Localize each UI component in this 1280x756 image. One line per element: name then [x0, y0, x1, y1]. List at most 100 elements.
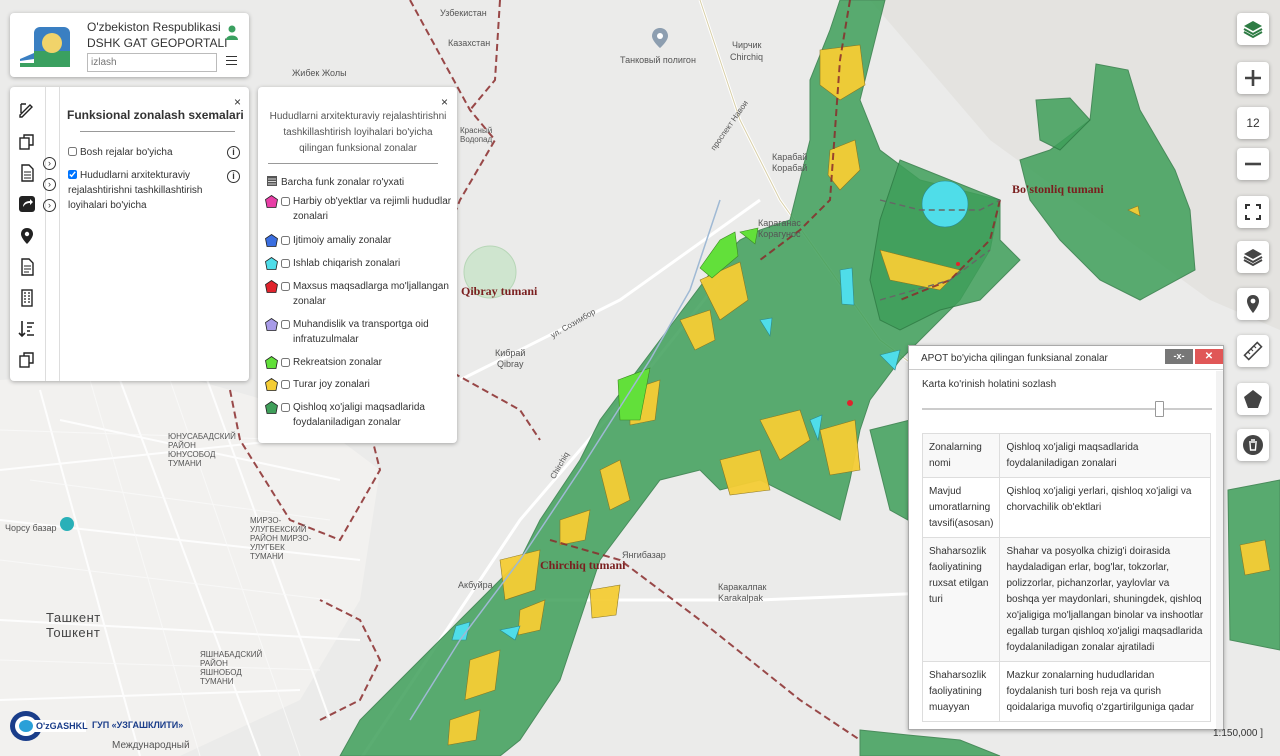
- scale-indicator: 1:150,000 ]: [1213, 728, 1264, 739]
- zone-option-label: Bosh rejalar bo'yicha: [80, 147, 173, 158]
- map-label-krasnyi: Красный Водопад: [460, 126, 493, 144]
- trash-icon: [1243, 435, 1263, 455]
- legend-item-checkbox[interactable]: [281, 320, 290, 329]
- popup-minimize-button[interactable]: -x-: [1165, 349, 1193, 364]
- popup-scrollbar[interactable]: [1216, 371, 1223, 729]
- state-emblem-icon: [18, 21, 82, 71]
- share-icon[interactable]: [18, 195, 36, 213]
- attribute-key: Shaharsozlik faoliyatining muayyan: [921, 661, 1001, 722]
- fullscreen-icon: [1245, 204, 1261, 220]
- legend-swatch-icon: [265, 378, 278, 391]
- layers-icon: [1243, 21, 1263, 39]
- company-name: ГУП «УЗГАШКЛИТИ»: [92, 720, 184, 730]
- legend-item-label: Muhandislik va transportga oid infratuzu…: [293, 319, 429, 345]
- expand-arrow-1[interactable]: ›: [43, 157, 56, 170]
- zoom-in-button[interactable]: [1237, 62, 1269, 94]
- legend-item-label: Harbiy ob'yektlar va rejimli hududlar zo…: [293, 196, 452, 222]
- zone-option-general-plans[interactable]: Bosh rejalar bo'yicha: [68, 145, 218, 160]
- map-label-kibray-ru: Кибрай: [495, 348, 526, 358]
- expand-arrow-3[interactable]: ›: [43, 199, 56, 212]
- edit-icon[interactable]: [18, 101, 36, 119]
- layers-toggle-button[interactable]: [1237, 13, 1269, 45]
- zoom-out-button[interactable]: [1237, 148, 1269, 180]
- header-panel: O'zbekiston Respublikasi DSHK GAT GEOPOR…: [10, 13, 249, 77]
- minus-icon: [1245, 162, 1261, 166]
- zone-option-general-plans-checkbox[interactable]: [68, 147, 77, 156]
- delete-button[interactable]: [1237, 429, 1269, 461]
- fullscreen-button[interactable]: [1237, 196, 1269, 228]
- feature-info-popup: APOT bo'yicha qilingan funksianal zonala…: [908, 345, 1224, 730]
- layers-copy-icon[interactable]: [18, 351, 36, 369]
- location-pin-icon[interactable]: [18, 227, 36, 245]
- attribute-key: Zonalarning nomi: [921, 433, 1001, 478]
- attribute-row: Zonalarning nomi Qishloq xo'jaligi maqsad…: [921, 433, 1211, 478]
- legend-item-checkbox[interactable]: [281, 358, 290, 367]
- zone-option-architectural[interactable]: Hududlarni arxitekturaviy rejalashtirish…: [68, 168, 218, 213]
- search-input[interactable]: [87, 53, 217, 72]
- map-label-tashkent-uz: Тошкент: [46, 625, 101, 640]
- list-icon: [267, 176, 277, 186]
- attribute-value: Qishloq xo'jaligi yerlari, qishloq xo'ja…: [999, 477, 1211, 538]
- attribute-table: Zonalarning nomi Qishloq xo'jaligi maqsad…: [921, 433, 1211, 722]
- legend-divider: [268, 163, 438, 164]
- zoning-title: Funksional zonalash sxemalari: [67, 108, 244, 122]
- map-label-bostonliq: Bo'stonliq tumani: [1012, 182, 1104, 196]
- map-label-uzbekistan: Узбекистан: [440, 8, 487, 18]
- attribute-row: Mavjud umoratlarning tavsifi(asosan) Qish…: [921, 477, 1211, 538]
- map-label-yunusabad: ЮНУСАБАДСКИЙ РАЙОН ЮНУСОБОД ТУМАНИ: [168, 432, 236, 468]
- map-label-kibray-uz: Qibray: [497, 359, 524, 369]
- document-icon[interactable]: [18, 164, 36, 182]
- sort-icon[interactable]: [18, 320, 36, 338]
- copy-icon[interactable]: [18, 133, 36, 151]
- plus-icon: [1245, 70, 1261, 86]
- legend-item-checkbox[interactable]: [281, 197, 290, 206]
- legend-item-checkbox[interactable]: [281, 380, 290, 389]
- map-marker-icon: [1247, 295, 1259, 313]
- opacity-slider-thumb[interactable]: [1154, 401, 1164, 417]
- stack-icon: [1243, 249, 1263, 267]
- building-icon[interactable]: [18, 289, 36, 307]
- info-icon[interactable]: i: [227, 170, 240, 183]
- map-label-chirchiq-uz: Chirchiq: [730, 52, 764, 62]
- map-label-kazakhstan: Казахстан: [448, 38, 491, 48]
- map-label-chirchiq-district: Chirchiq tumani: [540, 558, 626, 572]
- report-icon[interactable]: [18, 258, 36, 276]
- legend-item-label: Turar joy zonalari: [293, 379, 370, 390]
- map-label-zhibek-zholy: Жибек Жолы: [292, 68, 347, 78]
- legend-title: Hududlarni arxitekturaviy rejalashtirish…: [269, 111, 447, 154]
- legend-swatch-icon: [265, 401, 278, 414]
- popup-close-button[interactable]: ✕: [1195, 349, 1223, 364]
- zoning-divider: [80, 131, 235, 132]
- user-icon[interactable]: [226, 25, 238, 40]
- attribute-key: Mavjud umoratlarning tavsifi(asosan): [921, 477, 1001, 538]
- info-icon[interactable]: i: [227, 146, 240, 159]
- legend-swatch-icon: [265, 280, 278, 293]
- measure-button[interactable]: [1237, 335, 1269, 367]
- basemap-button[interactable]: [1237, 241, 1269, 273]
- legend-panel: × Hududlarni arxitekturaviy rejalashtiri…: [258, 87, 457, 443]
- zoning-close-button[interactable]: ×: [234, 95, 241, 109]
- pentagon-icon: [1244, 390, 1262, 408]
- legend-item-checkbox[interactable]: [281, 259, 290, 268]
- zone-option-architectural-checkbox[interactable]: [68, 170, 77, 179]
- legend-item-checkbox[interactable]: [281, 403, 290, 412]
- popup-title: APOT bo'yicha qilingan funksianal zonala…: [921, 353, 1108, 364]
- tool-strip: [10, 87, 46, 381]
- opacity-slider-track[interactable]: [922, 408, 1212, 410]
- draw-polygon-button[interactable]: [1237, 383, 1269, 415]
- map-label-karaganas-uz: Корагунос: [758, 229, 801, 239]
- map-label-mirzo: МИРЗО-УЛУГБЕКСКИЙ РАЙОН МИРЗО-УЛУГБЕК ТУ…: [250, 516, 312, 561]
- zoom-level-indicator: 12: [1237, 107, 1269, 139]
- menu-icon[interactable]: [226, 56, 237, 66]
- legend-item-label: Ishlab chiqarish zonalari: [293, 258, 401, 269]
- legend-item-checkbox[interactable]: [281, 236, 290, 245]
- map-label-akbuyra: Акбуйра: [458, 580, 493, 590]
- marker-button[interactable]: [1237, 288, 1269, 320]
- expand-arrow-2[interactable]: ›: [43, 178, 56, 191]
- attribute-value: Shahar va posyolka chizig'i doirasida ha…: [999, 537, 1211, 662]
- legend-close-button[interactable]: ×: [441, 95, 448, 109]
- legend-list-header[interactable]: Barcha funk zonalar ro'yxati: [267, 176, 404, 188]
- map-label-chorsu: Чорсу базар: [5, 523, 57, 533]
- legend-item-checkbox[interactable]: [281, 282, 290, 291]
- popup-header[interactable]: APOT bo'yicha qilingan funksianal zonala…: [909, 346, 1223, 370]
